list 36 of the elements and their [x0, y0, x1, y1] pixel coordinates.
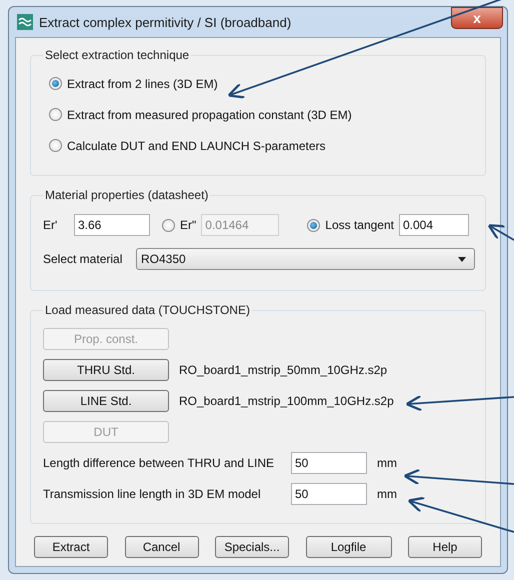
dialog-button[interactable]: Cancel [124, 536, 198, 558]
caret-icon [458, 256, 466, 262]
group-title: Material properties (datasheet) [44, 188, 210, 202]
radio-button[interactable] [49, 77, 62, 90]
dialog-button[interactable]: Logfile [306, 536, 392, 558]
app-icon [17, 14, 33, 30]
radio-label: Calculate DUT and END LAUNCH S-parameters [67, 138, 326, 152]
radio-button[interactable] [307, 218, 320, 232]
unit-label: mm [377, 486, 397, 500]
input-field[interactable]: 3.66 [74, 214, 150, 236]
field-label: Select material [43, 252, 124, 266]
input-field[interactable]: 0.004 [398, 214, 469, 236]
radio-label: Loss tangent [325, 218, 394, 232]
input-field[interactable]: 50 [291, 482, 367, 504]
group-title: Select extraction technique [44, 48, 190, 62]
file-name: RO_board1_mstrip_50mm_10GHz.s2p [179, 362, 388, 376]
field-label: Er' [43, 218, 58, 232]
radio-button[interactable] [49, 108, 62, 121]
group-title: Load measured data (TOUCHSTONE) [44, 303, 251, 317]
dialog-button[interactable]: Extract [34, 536, 108, 558]
field-label: Transmission line length in 3D EM model [43, 486, 262, 500]
radio-label: Extract from 2 lines (3D EM) [67, 76, 218, 90]
window-title: Extract complex permitivity / SI (broadband) [39, 14, 292, 30]
input-field[interactable]: 50 [291, 452, 367, 474]
unit-label: mm [377, 456, 397, 470]
file-name: RO_board1_mstrip_100mm_10GHz.s2p [179, 394, 394, 408]
dialog-button[interactable]: Help [408, 536, 482, 558]
dialog-button[interactable]: Specials... [215, 536, 289, 558]
field-label: Length difference between THRU and LINE [43, 456, 276, 470]
load-button[interactable]: LINE Std. [43, 390, 169, 412]
load-button[interactable]: THRU Std. [43, 358, 169, 380]
radio-label: Extract from measured propagation constant (3D EM) [67, 108, 352, 122]
material-dropdown[interactable]: RO4350 [136, 248, 475, 270]
radio-label: Er" [180, 218, 196, 232]
annotation-arrow [488, 224, 514, 241]
radio-button[interactable] [49, 139, 62, 152]
